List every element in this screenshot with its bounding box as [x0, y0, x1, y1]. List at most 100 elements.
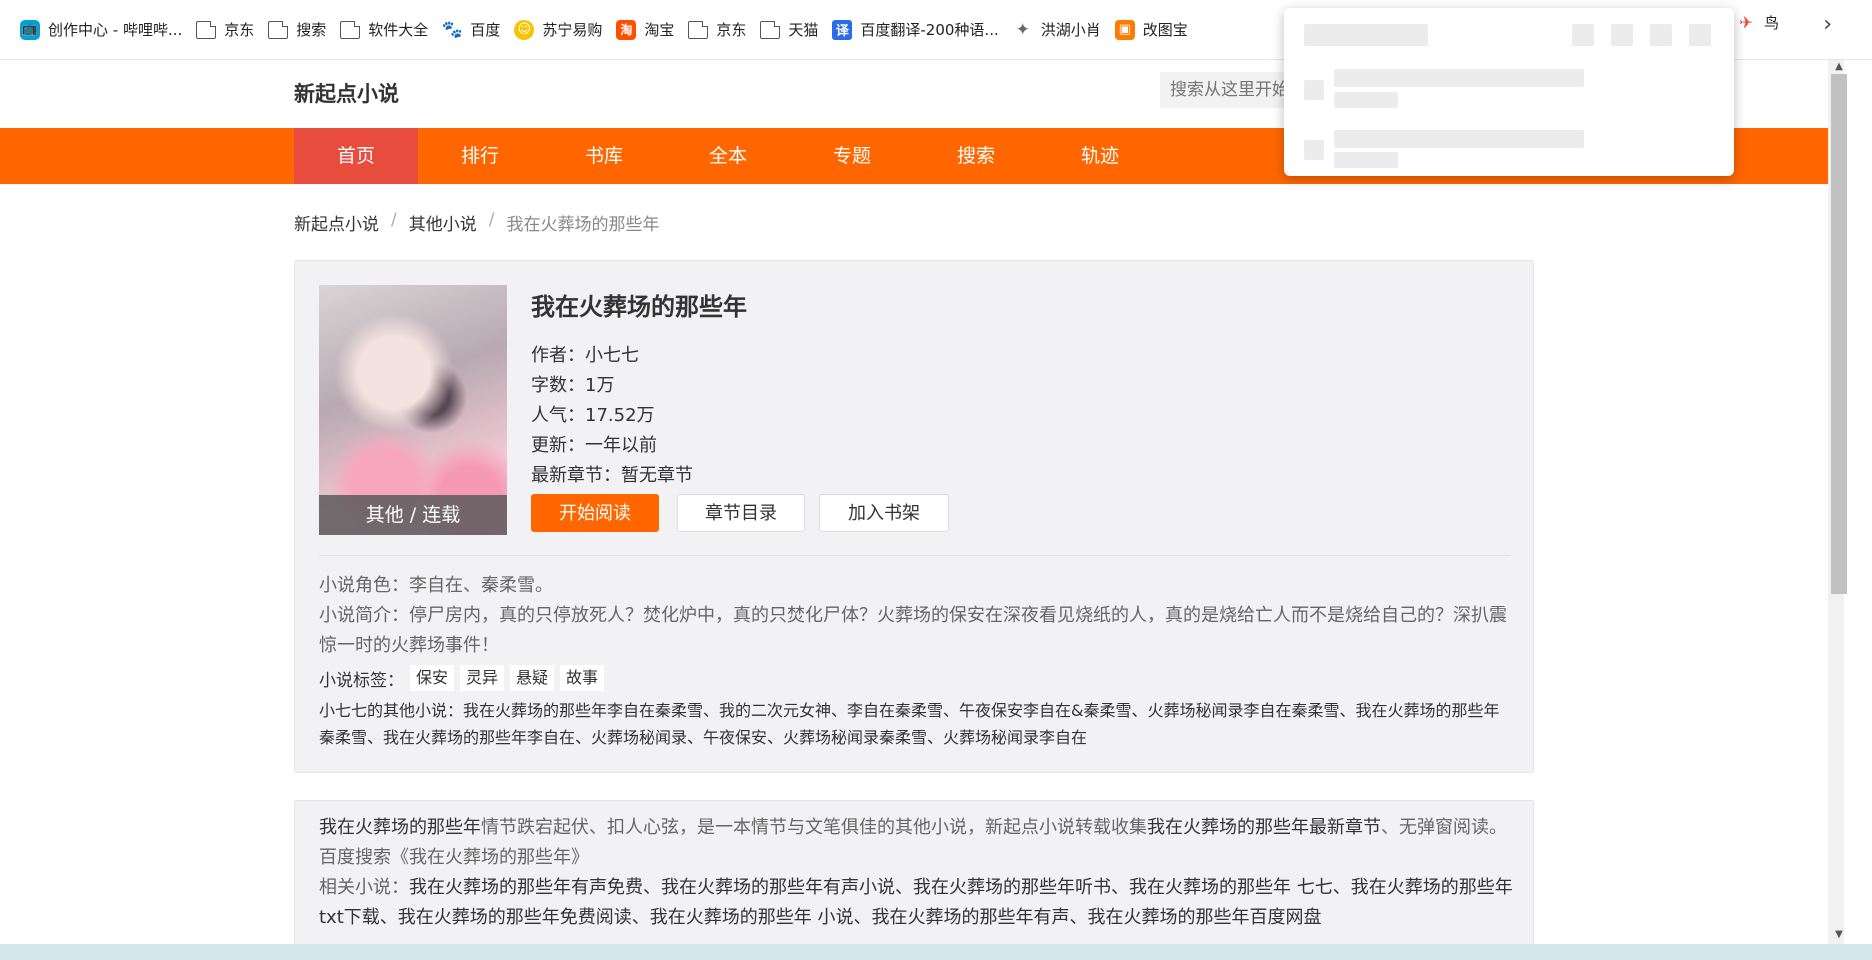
bookmark-label: 软件大全 [368, 21, 429, 39]
book-title: 我在火葬场的那些年 [531, 293, 747, 321]
book-tags: 小说标签： 保安 灵异 悬疑 故事 [319, 665, 605, 691]
book-popularity: 人气：17.52万 [531, 405, 655, 426]
bookmark-label: 搜索 [296, 21, 327, 39]
bookmark-item-tail[interactable]: ✈ 鸟 [1736, 12, 1779, 33]
breadcrumb-current: 我在火葬场的那些年 [506, 215, 660, 235]
bookmark-label: 苏宁易购 [542, 21, 603, 39]
summary-book-name: 我在火葬场的那些年 [319, 817, 481, 838]
book-info-card: 其他 / 连载 我在火葬场的那些年 作者：小七七 字数：1万 人气：17.52万… [294, 260, 1534, 773]
taobao-icon: 淘 [616, 19, 637, 40]
gaitubao-icon: ▣ [1114, 19, 1135, 40]
related-novels-paragraph: 相关小说：我在火葬场的那些年有声免费、我在火葬场的那些年有声小说、我在火葬场的那… [319, 873, 1515, 933]
cover-category-label: 其他 / 连载 [319, 495, 507, 535]
nav-item[interactable]: 搜索 [914, 128, 1038, 184]
bookmark-label: 改图宝 [1142, 21, 1188, 39]
nav-item[interactable]: 全本 [666, 128, 790, 184]
scroll-up-arrow-icon[interactable]: ▲ [1831, 60, 1847, 74]
breadcrumb-separator: / [391, 210, 397, 230]
related-info-card: 我在火葬场的那些年情节跌宕起伏、扣人心弦，是一本情节与文笔俱佳的其他小说，新起点… [294, 800, 1534, 960]
skeleton-icon [1572, 24, 1594, 46]
scroll-down-arrow-icon[interactable]: ▼ [1831, 928, 1847, 942]
book-latest-chapter: 最新章节：暂无章节 [531, 465, 693, 486]
book-intro: 小说简介：停尸房内，真的只停放死人？焚化炉中，真的只焚化尸体？火葬场的保安在深夜… [319, 605, 1507, 656]
bookmark-item[interactable]: 软件大全 [336, 13, 438, 47]
skeleton-bar [1334, 130, 1584, 148]
summary-text: 情节跌宕起伏、扣人心弦，是一本情节与文笔俱佳的其他小说，新起点小说转载收集 [481, 817, 1147, 838]
bookmark-item[interactable]: 搜索 [264, 13, 336, 47]
bookmark-item[interactable]: 淘淘宝 [612, 13, 684, 47]
honghu-icon: ✦ [1015, 19, 1030, 40]
bookmark-item[interactable]: 京东 [684, 13, 756, 47]
summary-latest-chapter: 我在火葬场的那些年最新章节 [1147, 817, 1381, 838]
suning-icon: ☺ [514, 19, 535, 40]
book-updated: 更新：一年以前 [531, 435, 657, 456]
tag-chip[interactable]: 保安 [410, 665, 455, 691]
skeleton-icon [1689, 24, 1711, 46]
bilibili-icon: 📺 [20, 19, 40, 40]
chapter-list-button[interactable]: 章节目录 [677, 494, 805, 532]
bookmark-label: 鸟 [1764, 14, 1780, 32]
bookmark-item[interactable]: 京东 [192, 13, 264, 47]
breadcrumb: 新起点小说 / 其他小说 / 我在火葬场的那些年 [294, 210, 659, 235]
add-bookshelf-button[interactable]: 加入书架 [819, 494, 949, 532]
bookmark-label: 洪湖小肖 [1040, 21, 1101, 39]
skeleton-bar [1334, 69, 1584, 87]
nav-item[interactable]: 书库 [542, 128, 666, 184]
skeleton-icon [1650, 24, 1672, 46]
related-novels-label: 相关小说： [319, 877, 409, 898]
taskbar-strip [0, 944, 1872, 960]
site-logo[interactable]: 新起点小说 [294, 78, 399, 108]
divider [319, 555, 1511, 556]
page-icon [268, 20, 289, 39]
book-roles: 小说角色：李自在、秦柔雪。 [319, 575, 553, 596]
skeleton-icon [1304, 80, 1324, 100]
bookmark-item[interactable]: ▣ 改图宝 [1111, 13, 1198, 47]
bookmark-label: 创作中心 - 哔哩哔... [48, 21, 183, 39]
skeleton-bar [1334, 92, 1398, 108]
start-reading-button[interactable]: 开始阅读 [531, 494, 659, 532]
nav-item[interactable]: 首页 [294, 128, 418, 184]
bookmark-label: 天猫 [788, 21, 819, 39]
book-summary-paragraph: 我在火葬场的那些年情节跌宕起伏、扣人心弦，是一本情节与文笔俱佳的其他小说，新起点… [319, 813, 1515, 873]
page-icon [340, 20, 361, 39]
page-icon [196, 20, 217, 39]
breadcrumb-home[interactable]: 新起点小说 [294, 210, 379, 235]
tag-chip[interactable]: 灵异 [460, 665, 505, 691]
related-novels-list[interactable]: 我在火葬场的那些年有声免费、我在火葬场的那些年有声小说、我在火葬场的那些年听书、… [319, 877, 1513, 928]
book-author: 作者：小七七 [531, 345, 639, 366]
tags-label: 小说标签： [319, 670, 404, 691]
bookmark-item[interactable]: 🐾 百度 [438, 13, 510, 47]
bookmark-label: 京东 [716, 21, 747, 39]
bird-icon: ✈ [1739, 13, 1753, 32]
bookmark-item[interactable]: 📺 创作中心 - 哔哩哔... [16, 13, 192, 47]
bookmark-label: 淘宝 [644, 21, 675, 39]
loading-dropdown-popover [1284, 8, 1734, 176]
tag-chip[interactable]: 故事 [560, 665, 605, 691]
bookmark-label: 百度 [470, 21, 501, 39]
page-scrollbar-thumb[interactable] [1831, 74, 1847, 594]
bookmarks-more-chevron-icon[interactable]: › [1823, 12, 1832, 37]
bookmark-label: 百度翻译-200种语... [860, 21, 999, 39]
skeleton-bar [1334, 152, 1398, 168]
book-cover[interactable]: 其他 / 连载 [319, 285, 507, 535]
page-icon [760, 20, 781, 39]
tag-chip[interactable]: 悬疑 [510, 665, 555, 691]
page-icon [688, 20, 709, 39]
bookmark-item[interactable]: 天猫 [756, 13, 828, 47]
nav-item[interactable]: 轨迹 [1038, 128, 1162, 184]
nav-item[interactable]: 排行 [418, 128, 542, 184]
fanyi-icon: 译 [832, 19, 853, 40]
breadcrumb-separator: / [488, 210, 495, 230]
skeleton-icon [1611, 24, 1633, 46]
bookmark-item[interactable]: 译百度翻译-200种语... [828, 13, 1008, 47]
book-word-count: 字数：1万 [531, 375, 615, 396]
breadcrumb-category[interactable]: 其他小说 [409, 210, 477, 235]
bookmark-label: 京东 [224, 21, 255, 39]
bookmark-item[interactable]: ☺ 苏宁易购 [510, 13, 612, 47]
baidu-icon: 🐾 [441, 19, 463, 40]
skeleton-bar [1304, 24, 1428, 46]
author-other-books: 小七七的其他小说：我在火葬场的那些年李自在秦柔雪、我的二次元女神、李自在秦柔雪、… [319, 701, 1500, 747]
bookmark-item[interactable]: ✦ 洪湖小肖 [1009, 13, 1111, 47]
skeleton-icon [1304, 140, 1324, 160]
nav-item[interactable]: 专题 [790, 128, 914, 184]
